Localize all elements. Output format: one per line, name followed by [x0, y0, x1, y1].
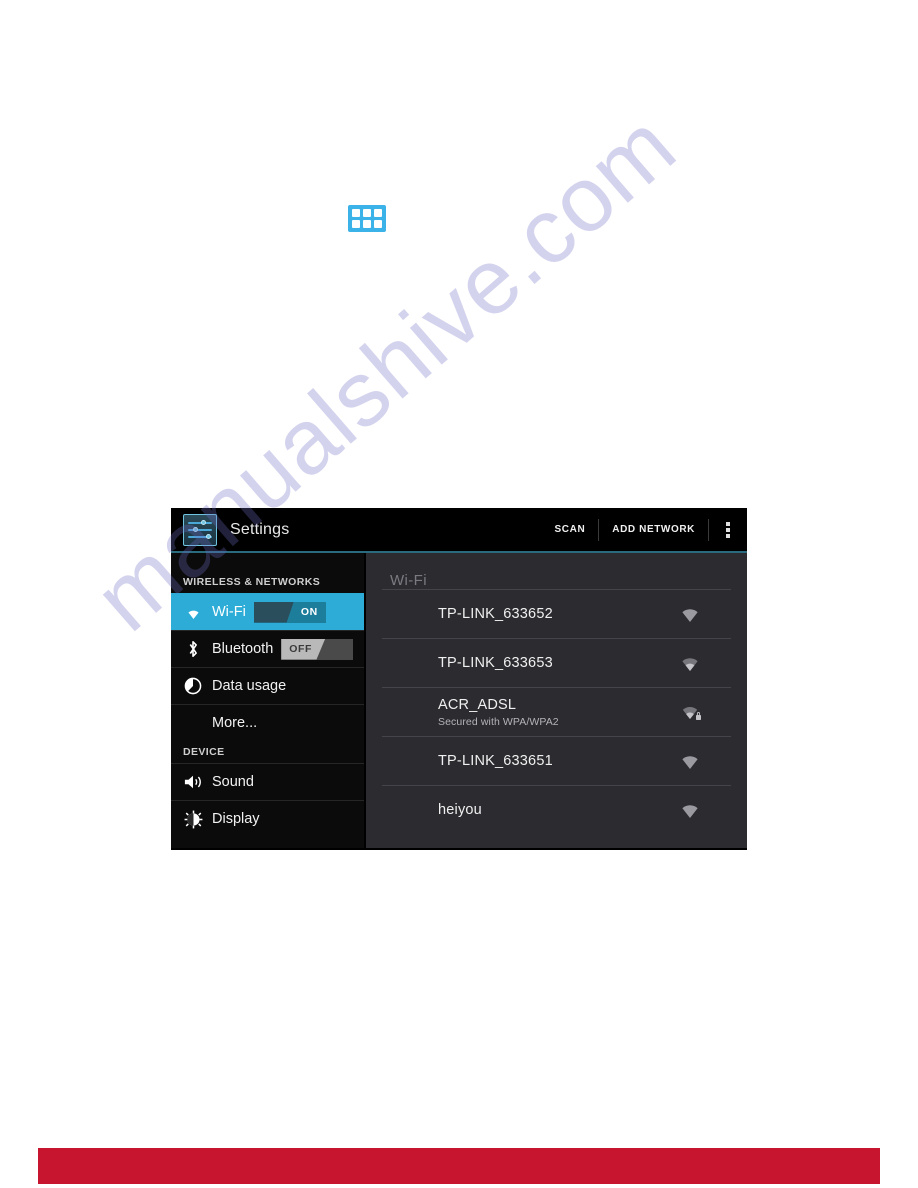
wifi-signal-icon: [677, 800, 703, 820]
wifi-signal-locked-icon: [677, 702, 703, 722]
sidebar-item-label: Data usage: [212, 678, 287, 694]
drawer-tile: [374, 209, 382, 217]
app-drawer-icon[interactable]: [348, 205, 386, 232]
network-row[interactable]: heiyou: [382, 785, 731, 834]
bluetooth-toggle[interactable]: OFF: [281, 638, 354, 660]
drawer-tile: [363, 220, 371, 228]
settings-slider-icon: [183, 513, 217, 546]
network-ssid: TP-LINK_633653: [438, 655, 553, 671]
sound-icon: [183, 772, 203, 792]
network-row[interactable]: TP-LINK_633651: [382, 736, 731, 785]
network-row[interactable]: TP-LINK_633652: [382, 589, 731, 638]
sidebar-item-label: Bluetooth: [212, 641, 274, 657]
content-title: Wi-Fi: [390, 572, 427, 589]
settings-body: WIRELESS & NETWORKS Wi-Fi ON Bluetooth O…: [171, 553, 747, 848]
display-icon: [183, 809, 203, 829]
settings-sidebar: WIRELESS & NETWORKS Wi-Fi ON Bluetooth O…: [171, 553, 364, 848]
wifi-signal-icon: [677, 604, 703, 624]
sidebar-item-label: More...: [212, 715, 258, 731]
network-text: TP-LINK_633651: [382, 752, 677, 770]
network-text: heiyou: [382, 801, 677, 819]
sidebar-item-label: Wi-Fi: [212, 604, 246, 620]
app-title: Settings: [230, 520, 290, 538]
android-settings-screenshot: Settings SCAN ADD NETWORK WIRELESS & NET…: [171, 508, 747, 850]
overflow-menu-icon[interactable]: [709, 508, 747, 552]
wifi-signal-icon: [677, 653, 703, 673]
network-ssid: heiyou: [438, 802, 482, 818]
sidebar-item-bluetooth[interactable]: Bluetooth OFF: [171, 630, 364, 667]
wifi-icon: [183, 602, 203, 622]
sidebar-item-wifi[interactable]: Wi-Fi ON: [171, 593, 364, 630]
drawer-tile: [363, 209, 371, 217]
add-network-button[interactable]: ADD NETWORK: [599, 517, 708, 543]
network-security: Secured with WPA/WPA2: [438, 716, 559, 728]
sidebar-item-label: Sound: [212, 774, 254, 790]
sidebar-item-data-usage[interactable]: Data usage: [171, 667, 364, 704]
bluetooth-icon: [183, 639, 203, 659]
network-text: ACR_ADSL Secured with WPA/WPA2: [382, 696, 677, 728]
scan-button[interactable]: SCAN: [542, 517, 599, 543]
sidebar-item-more[interactable]: More...: [171, 704, 364, 741]
bluetooth-toggle-label: OFF: [289, 642, 313, 655]
wifi-signal-icon: [677, 751, 703, 771]
network-row[interactable]: ACR_ADSL Secured with WPA/WPA2: [382, 687, 731, 736]
wifi-toggle-label: ON: [300, 605, 318, 618]
sidebar-item-sound[interactable]: Sound: [171, 763, 364, 800]
wifi-toggle[interactable]: ON: [253, 601, 326, 623]
network-ssid: TP-LINK_633652: [438, 606, 553, 622]
network-ssid: ACR_ADSL: [438, 697, 517, 713]
footer-accent-bar: [38, 1148, 880, 1184]
data-usage-icon: [183, 676, 203, 696]
network-ssid: TP-LINK_633651: [438, 753, 553, 769]
section-header-device: DEVICE: [183, 746, 225, 758]
network-row[interactable]: TP-LINK_633653: [382, 638, 731, 687]
network-text: TP-LINK_633652: [382, 605, 677, 623]
drawer-tile: [374, 220, 382, 228]
sidebar-item-display[interactable]: Display: [171, 800, 364, 837]
drawer-tile: [352, 220, 360, 228]
sidebar-item-label: Display: [212, 811, 260, 827]
action-bar: Settings SCAN ADD NETWORK: [171, 508, 747, 553]
drawer-tile: [352, 209, 360, 217]
section-header-wireless: WIRELESS & NETWORKS: [183, 576, 321, 588]
network-text: TP-LINK_633653: [382, 654, 677, 672]
wifi-content-panel: Wi-Fi TP-LINK_633652 TP-LINK_633653 ACR_…: [364, 553, 747, 848]
